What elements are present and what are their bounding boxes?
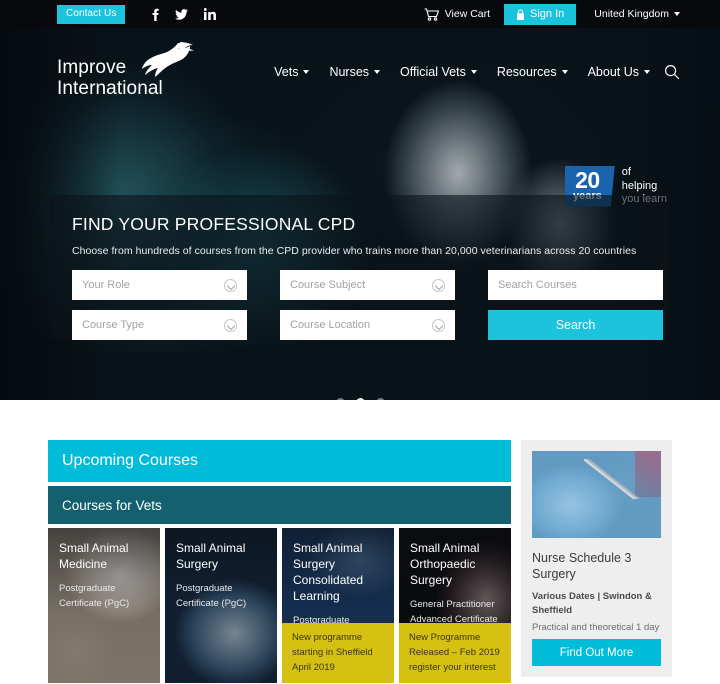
chevron-down-icon xyxy=(224,318,237,332)
carousel-dot-3[interactable] xyxy=(375,398,385,400)
chevron-down-icon xyxy=(303,70,310,74)
main-header: Improve International Vets Nurses Offici… xyxy=(0,28,720,116)
featured-course-card: Nurse Schedule 3 Surgery Various Dates |… xyxy=(521,440,672,677)
nav-item-label: About Us xyxy=(587,65,639,79)
facebook-icon[interactable] xyxy=(152,8,160,21)
anniversary-number: 20 xyxy=(575,167,600,194)
chevron-down-icon xyxy=(224,278,237,292)
course-card-text: Small Animal Medicine Postgraduate Certi… xyxy=(48,528,160,611)
logo-text: Improve International xyxy=(57,57,163,99)
nav-item-about-us[interactable]: About Us xyxy=(588,65,650,79)
lock-icon xyxy=(516,9,525,20)
chevron-down-icon xyxy=(470,70,477,74)
carousel-dot-1[interactable] xyxy=(335,398,345,400)
courses-for-vets-header: Courses for Vets xyxy=(48,486,511,524)
course-type-placeholder: Course Type xyxy=(82,319,145,331)
cpd-search-form: Your Role Course Subject Search Courses … xyxy=(72,270,663,340)
view-cart-button[interactable]: View Cart xyxy=(424,7,491,21)
featured-course-image xyxy=(532,451,661,538)
nav-item-official-vets[interactable]: Official Vets xyxy=(400,65,477,79)
nav-item-label: Vets xyxy=(274,65,299,79)
course-card-banner: New programme starting in Sheffield Apri… xyxy=(282,623,394,683)
course-card[interactable]: Small Animal Orthopaedic Surgery General… xyxy=(399,528,511,683)
course-card-text: Small Animal Orthopaedic Surgery General… xyxy=(399,528,511,627)
chevron-down-icon xyxy=(432,278,445,292)
site-logo[interactable]: Improve International xyxy=(57,41,207,103)
course-card-title: Small Animal Medicine xyxy=(59,541,129,571)
view-cart-label: View Cart xyxy=(444,8,491,20)
cpd-search-panel: FIND YOUR PROFESSIONAL CPD Choose from h… xyxy=(50,195,670,340)
upcoming-courses-header: Upcoming Courses xyxy=(48,440,511,482)
cpd-panel-title: FIND YOUR PROFESSIONAL CPD xyxy=(72,214,356,234)
twitter-icon[interactable] xyxy=(175,8,189,20)
chevron-down-icon xyxy=(674,12,680,16)
social-links xyxy=(152,8,217,21)
country-selector[interactable]: United Kingdom xyxy=(594,8,680,20)
carousel-dot-2[interactable] xyxy=(355,398,365,400)
carousel-dots xyxy=(0,398,720,400)
chevron-down-icon xyxy=(561,70,568,74)
cart-icon xyxy=(424,7,439,21)
top-right-group: View Cart Sign In United Kingdom xyxy=(424,0,720,28)
search-icon[interactable] xyxy=(664,64,680,80)
country-label: United Kingdom xyxy=(594,8,669,20)
course-card-title: Small Animal Surgery Consolidated Learni… xyxy=(293,541,364,603)
course-card-banner: New Programme Released – Feb 2019 regist… xyxy=(399,623,511,683)
search-button[interactable]: Search xyxy=(488,310,663,340)
course-card[interactable]: Small Animal Surgery Consolidated Learni… xyxy=(282,528,394,683)
chevron-down-icon xyxy=(644,70,650,74)
search-courses-input[interactable]: Search Courses xyxy=(488,270,663,300)
subject-select[interactable]: Course Subject xyxy=(280,270,455,300)
course-card-subtitle: Postgraduate Certificate (PgC) xyxy=(176,583,247,609)
linkedin-icon[interactable] xyxy=(204,8,217,20)
primary-navigation: Vets Nurses Official Vets Resources Abou… xyxy=(274,65,650,79)
course-card-subtitle: Postgraduate Certificate (PgC) xyxy=(59,583,130,609)
nav-item-vets[interactable]: Vets xyxy=(274,65,310,79)
course-card-list: Small Animal Medicine Postgraduate Certi… xyxy=(48,528,511,683)
contact-us-button[interactable]: Contact Us xyxy=(57,4,126,24)
top-utility-bar: Contact Us View Cart Sign In United King… xyxy=(0,0,720,28)
sign-in-label: Sign In xyxy=(530,8,565,20)
chevron-down-icon xyxy=(374,70,381,74)
course-card[interactable]: Small Animal Surgery Postgraduate Certif… xyxy=(165,528,277,683)
main-content: Upcoming Courses Courses for Vets Small … xyxy=(0,400,720,684)
course-card-text: Small Animal Surgery Postgraduate Certif… xyxy=(165,528,277,611)
course-location-select[interactable]: Course Location xyxy=(280,310,455,340)
course-card[interactable]: Small Animal Medicine Postgraduate Certi… xyxy=(48,528,160,683)
cpd-panel-subtitle: Choose from hundreds of courses from the… xyxy=(72,245,637,257)
course-type-select[interactable]: Course Type xyxy=(72,310,247,340)
nav-item-label: Nurses xyxy=(329,65,370,79)
course-card-title: Small Animal Orthopaedic Surgery xyxy=(410,541,480,587)
role-select[interactable]: Your Role xyxy=(72,270,247,300)
nav-item-label: Official Vets xyxy=(400,65,466,79)
featured-course-meta: Various Dates | Swindon & Sheffield xyxy=(532,591,652,616)
featured-course-title: Nurse Schedule 3 Surgery xyxy=(532,551,632,581)
nav-item-nurses[interactable]: Nurses xyxy=(329,65,381,79)
find-out-more-button[interactable]: Find Out More xyxy=(532,639,661,666)
nav-item-resources[interactable]: Resources xyxy=(497,65,568,79)
subject-select-placeholder: Course Subject xyxy=(290,279,366,291)
page-root: Contact Us View Cart Sign In United King… xyxy=(0,0,720,684)
course-location-placeholder: Course Location xyxy=(290,319,371,331)
upcoming-courses-section: Upcoming Courses Courses for Vets Small … xyxy=(48,440,511,683)
sign-in-button[interactable]: Sign In xyxy=(504,3,577,25)
chevron-down-icon xyxy=(432,318,445,332)
role-select-placeholder: Your Role xyxy=(82,279,130,291)
hero-banner: Improve International Vets Nurses Offici… xyxy=(0,28,720,400)
course-card-title: Small Animal Surgery xyxy=(176,541,246,571)
search-courses-placeholder: Search Courses xyxy=(498,279,577,291)
nav-item-label: Resources xyxy=(496,65,557,79)
